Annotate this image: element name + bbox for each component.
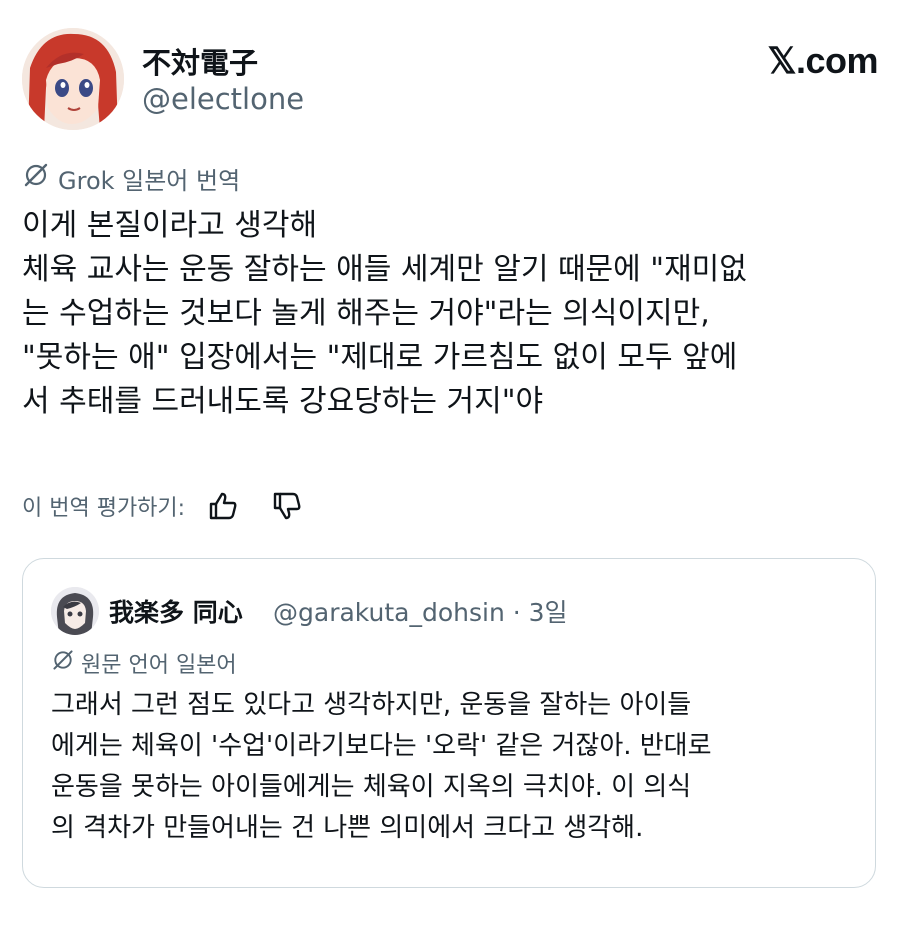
quoted-author-avatar[interactable] [51, 587, 99, 635]
grok-icon [22, 161, 58, 195]
original-language-label: 원문 언어 일본어 [81, 653, 237, 678]
tweet-line: "못하는 애" 입장에서는 "제대로 가르침도 없이 모두 앞에 [22, 340, 738, 375]
tweet-line: 는 수업하는 것보다 놀게 해주는 거야"라는 의식이지만, [22, 296, 710, 331]
author-handle[interactable]: @electlone [142, 82, 304, 116]
translation-label[interactable]: Grok 일본어 번역 [58, 161, 240, 196]
thumbs-up-button[interactable] [203, 486, 243, 526]
grok-icon [51, 648, 81, 678]
quoted-tweet[interactable]: 我楽多 同心 @garakuta_dohsin · 3일 원문 언어 일본어 그… [22, 558, 876, 888]
quoted-line: 의 격차가 만들어내는 건 나쁜 의미에서 크다고 생각해. [51, 813, 644, 843]
author-display-name[interactable]: 不対電子 [142, 40, 258, 82]
tweet-line: 이게 본질이라고 생각해 [22, 208, 318, 243]
tweet-line: 서 추태를 드러내도록 강요당하는 거지"야 [22, 384, 544, 419]
author-avatar[interactable] [22, 28, 124, 130]
tweet-body: 이게 본질이라고 생각해 체육 교사는 운동 잘하는 애들 세계만 알기 때문에… [22, 204, 882, 424]
quoted-tweet-body: 그래서 그런 점도 있다고 생각하지만, 운동을 잘하는 아이들 에게는 체육이… [51, 685, 861, 849]
rate-translation-row: 이 번역 평가하기: [22, 484, 307, 528]
thumbs-down-button[interactable] [267, 486, 307, 526]
tweet-header: 不対電子 @electlone 𝕏.com [22, 28, 878, 132]
quoted-line: 에게는 체육이 '수업'이라기보다는 '오락' 같은 거잖아. 반대로 [51, 731, 712, 761]
rate-translation-label: 이 번역 평가하기: [22, 496, 186, 521]
quoted-line: 그래서 그런 점도 있다고 생각하지만, 운동을 잘하는 아이들 [51, 690, 692, 720]
quoted-author-name[interactable]: 我楽多 同心 [109, 593, 243, 629]
quoted-line: 운동을 못하는 아이들에게는 체육이 지옥의 극치야. 이 의식 [51, 772, 692, 802]
tweet-line: 체육 교사는 운동 잘하는 애들 세계만 알기 때문에 "재미없 [22, 252, 747, 287]
x-logo: 𝕏.com [767, 40, 878, 81]
translation-indicator: Grok 일본어 번역 [22, 160, 240, 196]
quoted-author-handle-time[interactable]: @garakuta_dohsin · 3일 [273, 593, 568, 629]
thumbs-down-icon [273, 492, 301, 520]
original-language-indicator: 원문 언어 일본어 [51, 647, 237, 679]
thumbs-up-icon [209, 492, 237, 520]
